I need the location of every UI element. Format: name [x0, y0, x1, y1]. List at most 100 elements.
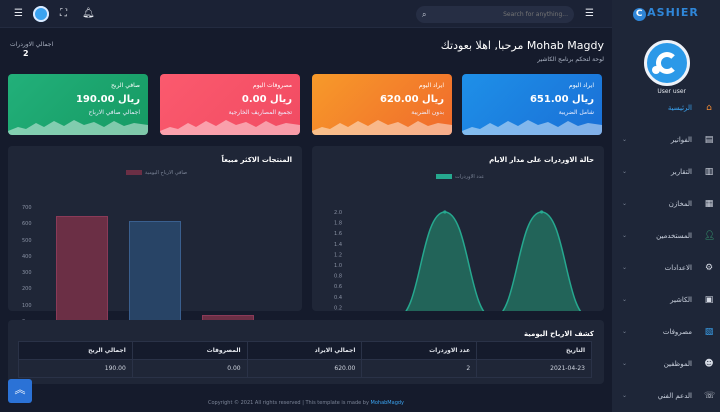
sidebar-item-label: الرئيسية [667, 104, 692, 112]
bar-y-tick: 700 [22, 205, 32, 211]
table-cell-total-profit: 190.00 [18, 359, 133, 378]
table-row[interactable]: 190.00 0.00 620.00 2 2021-04-23 [18, 359, 592, 378]
column-header-expenses[interactable]: المصروفات [131, 341, 248, 360]
menu-icon-right[interactable]: ☰ [585, 9, 594, 19]
avatar[interactable] [644, 40, 690, 86]
column-header-date[interactable]: التاريخ [476, 341, 592, 360]
settings-icon: ⚙ [704, 263, 714, 273]
line-point[interactable] [540, 210, 544, 214]
sidebar-item-invoice[interactable]: ▤ الفواتير ⌄ [612, 131, 720, 151]
sidebar-item-label: التقارير [670, 168, 692, 176]
top-products-card: المنتجات الاكثر مبيعاً صافي الارباح اليو… [8, 146, 302, 332]
line-y-tick: 0.4 [334, 295, 342, 301]
column-header-total-revenue[interactable]: اجمالي الايراد [246, 341, 363, 360]
line-y-tick: 1.4 [334, 242, 342, 248]
sidebar-item-label: المخازن [668, 200, 692, 208]
chevron-down-icon: ⌄ [622, 360, 628, 367]
table-cell-orders-count: 2 [361, 359, 478, 378]
users-icon: 👤︎ [704, 231, 716, 241]
bell-icon[interactable]: 🔔︎ [82, 9, 95, 19]
brand-text: ASHIER [647, 6, 699, 19]
line-y-tick: 1.2 [334, 252, 342, 258]
sidebar-item-support[interactable]: ☏ الدعم الفني ⌄ [612, 387, 720, 407]
stat-title: صافي الربح [110, 82, 140, 89]
line-point[interactable] [443, 210, 447, 214]
stat-title: ايراد اليوم [568, 82, 594, 89]
search-icon: ⌕ [422, 10, 427, 19]
fullscreen-icon[interactable]: ⛶ [60, 9, 67, 19]
sidebar-item-label: الدعم الفني [657, 392, 692, 400]
sidebar-item-label: الكاشير [670, 296, 692, 304]
line-y-tick: 2.0 [334, 210, 342, 216]
orders-status-card: حالة الاوردرات على مدار الايام عدد الاور… [312, 146, 604, 311]
employees-icon: ☻ [704, 359, 714, 369]
page-title: مرحبا, اهلا بعودتك Mohab Magdy [440, 39, 604, 52]
bar-y-tick: 100 [22, 302, 32, 309]
line-y-tick: 0.2 [334, 305, 342, 311]
bar-y-tick: 500 [22, 237, 32, 244]
line-y-tick: 0.6 [334, 284, 342, 290]
sidebar-item-label: الموظفين [663, 360, 692, 368]
stat-value: 620.00 ريال [379, 94, 444, 105]
expenses-icon: ▧ [704, 327, 714, 337]
chevron-down-icon: ⌄ [622, 136, 628, 143]
column-header-orders-count[interactable]: عدد الاوردرات [361, 341, 478, 360]
page-subtitle: لوحة لتحكم برنامج الكاشير [537, 56, 604, 63]
bar-y-tick: 300 [22, 270, 32, 277]
line-y-tick: 1.6 [334, 231, 342, 237]
bar-legend-swatch [126, 170, 142, 175]
footer-author-link[interactable]: MohabMagdy [371, 400, 404, 406]
sidebar-item-label: الاعدادات [664, 264, 692, 272]
stat-value: 651.00 ريال [529, 94, 594, 105]
chevron-down-icon: ⌄ [622, 328, 628, 335]
line-area [406, 212, 581, 311]
chevron-down-icon: ⌄ [622, 200, 628, 207]
line-y-tick: 1.0 [334, 263, 342, 269]
expenses-card: مصروفات اليوم 0.00 ريال تجميع المصاريف الخ… [160, 74, 300, 135]
sidebar-item-label: المستخدمين [656, 232, 692, 240]
stat-sparkline [312, 120, 452, 135]
sidebar-item-warehouse[interactable]: ▦ المخازن ⌄ [612, 195, 720, 215]
chart-icon: ▥ [704, 167, 714, 177]
sidebar-item-home[interactable]: ⌂ الرئيسية [612, 99, 720, 119]
orders-total-label: اجمالي الاوردرات [10, 41, 54, 48]
top-bar: ☰ ⛶ 🔔︎ ⌕ ☰ [0, 0, 612, 28]
stat-value: 0.00 ريال [241, 94, 292, 105]
bar[interactable] [128, 221, 182, 322]
chevron-down-icon: ⌄ [622, 296, 628, 303]
sidebar-item-settings[interactable]: ⚙ الاعدادات ⌄ [612, 259, 720, 279]
app-logo-icon[interactable] [33, 6, 49, 22]
footer-text: Copyright © 2021 All rights reserved | T… [207, 400, 371, 406]
support-icon: ☏ [704, 391, 716, 401]
search-input[interactable] [434, 8, 568, 21]
chevron-down-icon: ⌄ [622, 392, 628, 399]
column-header-total-profit[interactable]: اجمالي الربح [18, 341, 133, 360]
brand-logo[interactable]: C ASHIER [624, 6, 708, 21]
line-y-tick: 0.8 [334, 274, 342, 280]
table-cell-date: 2021-04-23 [476, 359, 592, 378]
menu-icon[interactable]: ☰ [14, 9, 23, 19]
invoice-icon: ▤ [704, 135, 714, 145]
revenue-with-tax-card: ايراد اليوم 651.00 ريال شامل الضريبة [462, 74, 602, 135]
sidebar-item-expenses[interactable]: ▧ مصروفات ⌄ [612, 323, 720, 343]
scroll-top-button[interactable]: ︽ [8, 379, 32, 403]
stat-title: مصروفات اليوم [253, 82, 292, 89]
chevron-down-icon: ⌄ [622, 232, 628, 239]
search-box: ⌕ [416, 6, 574, 23]
table-cell-total-revenue: 620.00 [246, 359, 363, 378]
table-body: 190.00 0.00 620.00 2 2021-04-23 [18, 359, 592, 378]
bar[interactable] [56, 215, 109, 322]
stat-sparkline [8, 120, 148, 135]
sidebar-item-cashier[interactable]: ▣ الكاشير ⌄ [612, 291, 720, 311]
bar-y-tick: 600 [22, 221, 32, 228]
footer: Copyright © 2021 All rights reserved | T… [0, 400, 612, 406]
sidebar-item-employees[interactable]: ☻ الموظفين ⌄ [612, 355, 720, 375]
double-chevron-up-icon: ︽ [14, 383, 26, 396]
sidebar: C ASHIER User user ⌂ الرئيسية ▤ الفواتير ⌄ ▥ ال… [612, 0, 720, 412]
warehouse-icon: ▦ [704, 199, 714, 209]
sidebar-item-users[interactable]: 👤︎ المستخدمين ⌄ [612, 227, 720, 247]
sidebar-item-chart[interactable]: ▥ التقارير ⌄ [612, 163, 720, 183]
daily-profit-title: كشف الارباح اليومية [523, 330, 594, 338]
top-products-title: المنتجات الاكثر مبيعاً [221, 156, 292, 164]
daily-profit-table: اجمالي الربح المصروفات اجمالي الايراد عدد ا… [18, 341, 592, 378]
